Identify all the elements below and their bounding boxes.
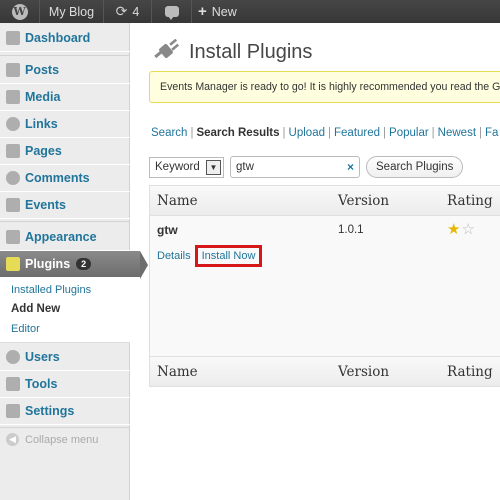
star-rating: ★ ☆ xyxy=(447,220,500,238)
tab-search-results[interactable]: Search Results xyxy=(196,127,279,139)
main-content: Install Plugins Events Manager is ready … xyxy=(131,23,500,500)
updates-link[interactable]: ⟳ 4 xyxy=(104,0,152,23)
collapse-arrow-icon: ◀ xyxy=(6,433,19,446)
admin-sidebar: Dashboard Posts Media Links Pages Commen… xyxy=(0,23,148,500)
users-icon xyxy=(6,350,20,364)
link-icon xyxy=(6,117,20,131)
sidebar-item-events[interactable]: Events xyxy=(0,192,130,219)
sidebar-item-users[interactable]: Users xyxy=(0,344,130,371)
star-empty-icon: ☆ xyxy=(461,221,475,238)
table-header-row: Name Version Rating xyxy=(150,186,500,216)
plugin-search-form: Keyword ▼ gtw × Search Plugins xyxy=(149,156,464,178)
plugin-version-cell: 1.0.1 xyxy=(338,216,447,356)
refresh-icon: ⟳ xyxy=(115,3,128,19)
clear-icon[interactable]: × xyxy=(347,160,354,174)
sidebar-item-label: Appearance xyxy=(25,230,97,244)
sidebar-item-media[interactable]: Media xyxy=(0,84,130,111)
table-row: gtw Details Install Now 1.0.1 ★ ☆ xyxy=(150,216,500,356)
sidebar-item-label: Links xyxy=(25,117,58,131)
media-icon xyxy=(6,90,20,104)
tab-newest[interactable]: Newest xyxy=(438,127,476,139)
sidebar-item-appearance[interactable]: Appearance xyxy=(0,224,130,251)
plug-icon xyxy=(154,39,180,59)
table-footer-row: Name Version Rating xyxy=(150,356,500,386)
updates-count: 4 xyxy=(132,4,140,19)
sidebar-item-label: Plugins xyxy=(25,257,71,271)
install-now-link[interactable]: Install Now xyxy=(194,245,263,267)
plugin-rating-cell: ★ ☆ xyxy=(447,216,500,356)
sidebar-item-label: Tools xyxy=(25,377,58,391)
tab-popular[interactable]: Popular xyxy=(389,127,429,139)
sidebar-item-posts[interactable]: Posts xyxy=(0,57,130,84)
submenu-add-new[interactable]: Add New xyxy=(11,303,60,315)
plugins-submenu: Installed Plugins Add New Editor xyxy=(0,277,130,343)
search-input[interactable]: gtw × xyxy=(230,156,360,178)
search-type-value: Keyword xyxy=(155,161,200,173)
column-header-rating[interactable]: Rating xyxy=(447,186,500,216)
settings-icon xyxy=(6,404,20,418)
collapse-menu-button[interactable]: ◀ Collapse menu xyxy=(6,433,98,446)
plus-icon: + xyxy=(198,3,207,20)
comment-bubble-icon xyxy=(164,6,179,20)
plugin-name: gtw xyxy=(157,223,178,237)
sidebar-item-label: Events xyxy=(25,198,66,212)
column-header-name[interactable]: Name xyxy=(150,186,338,216)
plugin-version: 1.0.1 xyxy=(338,224,364,236)
sidebar-item-label: Dashboard xyxy=(25,31,91,45)
sidebar-item-label: Users xyxy=(25,350,60,364)
page-header: Install Plugins xyxy=(151,39,312,65)
pushpin-icon xyxy=(6,63,20,77)
install-tabs: Search | Search Results | Upload | Featured | Po… xyxy=(151,127,499,139)
sidebar-item-dashboard[interactable]: Dashboard xyxy=(0,25,130,52)
sidebar-item-label: Media xyxy=(25,90,61,104)
dashboard-icon xyxy=(6,31,20,45)
sidebar-item-settings[interactable]: Settings xyxy=(0,398,130,425)
plugin-name-cell: gtw Details Install Now xyxy=(150,216,338,356)
tools-icon xyxy=(6,377,20,391)
sidebar-item-links[interactable]: Links xyxy=(0,111,130,138)
plugin-actions: Details Install Now xyxy=(157,245,338,267)
plug-icon xyxy=(6,257,20,271)
comments-link[interactable] xyxy=(152,0,192,23)
column-footer-version[interactable]: Version xyxy=(338,356,447,386)
tab-upload[interactable]: Upload xyxy=(289,127,325,139)
details-link[interactable]: Details xyxy=(157,250,191,262)
admin-notice: Events Manager is ready to go! It is hig… xyxy=(149,71,500,103)
admin-bar: W My Blog ⟳ 4 + New xyxy=(0,0,500,23)
pages-icon xyxy=(6,144,20,158)
site-name-link[interactable]: My Blog xyxy=(40,0,104,23)
search-plugins-button[interactable]: Search Plugins xyxy=(366,156,464,178)
new-content-menu[interactable]: + New xyxy=(192,0,245,23)
comment-icon xyxy=(6,171,20,185)
plugins-update-badge: 2 xyxy=(76,258,92,270)
sidebar-item-label: Comments xyxy=(25,171,90,185)
appearance-icon xyxy=(6,230,20,244)
sidebar-item-label: Settings xyxy=(25,404,75,418)
column-header-version[interactable]: Version xyxy=(338,186,447,216)
calendar-icon xyxy=(6,198,20,212)
sidebar-item-comments[interactable]: Comments xyxy=(0,165,130,192)
page-title: Install Plugins xyxy=(189,40,313,63)
new-label: New xyxy=(211,4,237,19)
tab-favorites[interactable]: Fa xyxy=(485,127,498,139)
submenu-installed-plugins[interactable]: Installed Plugins xyxy=(11,284,91,296)
column-footer-rating[interactable]: Rating xyxy=(447,356,500,386)
column-footer-name[interactable]: Name xyxy=(150,356,338,386)
sidebar-item-pages[interactable]: Pages xyxy=(0,138,130,165)
sidebar-item-label: Posts xyxy=(25,63,60,77)
collapse-menu-label: Collapse menu xyxy=(25,433,99,446)
plugins-results-table: Name Version Rating gtw Details Install … xyxy=(149,185,500,387)
wordpress-logo-icon[interactable]: W xyxy=(0,0,40,23)
sidebar-item-tools[interactable]: Tools xyxy=(0,371,130,398)
star-filled-icon: ★ xyxy=(447,221,461,238)
sidebar-item-label: Pages xyxy=(25,144,62,158)
search-type-select[interactable]: Keyword ▼ xyxy=(149,156,224,178)
tab-featured[interactable]: Featured xyxy=(334,127,380,139)
sidebar-item-plugins[interactable]: Plugins 2 xyxy=(0,251,148,279)
tab-search[interactable]: Search xyxy=(151,127,187,139)
submenu-editor[interactable]: Editor xyxy=(11,323,40,335)
chevron-down-icon: ▼ xyxy=(206,159,221,175)
search-query-text: gtw xyxy=(236,161,254,173)
